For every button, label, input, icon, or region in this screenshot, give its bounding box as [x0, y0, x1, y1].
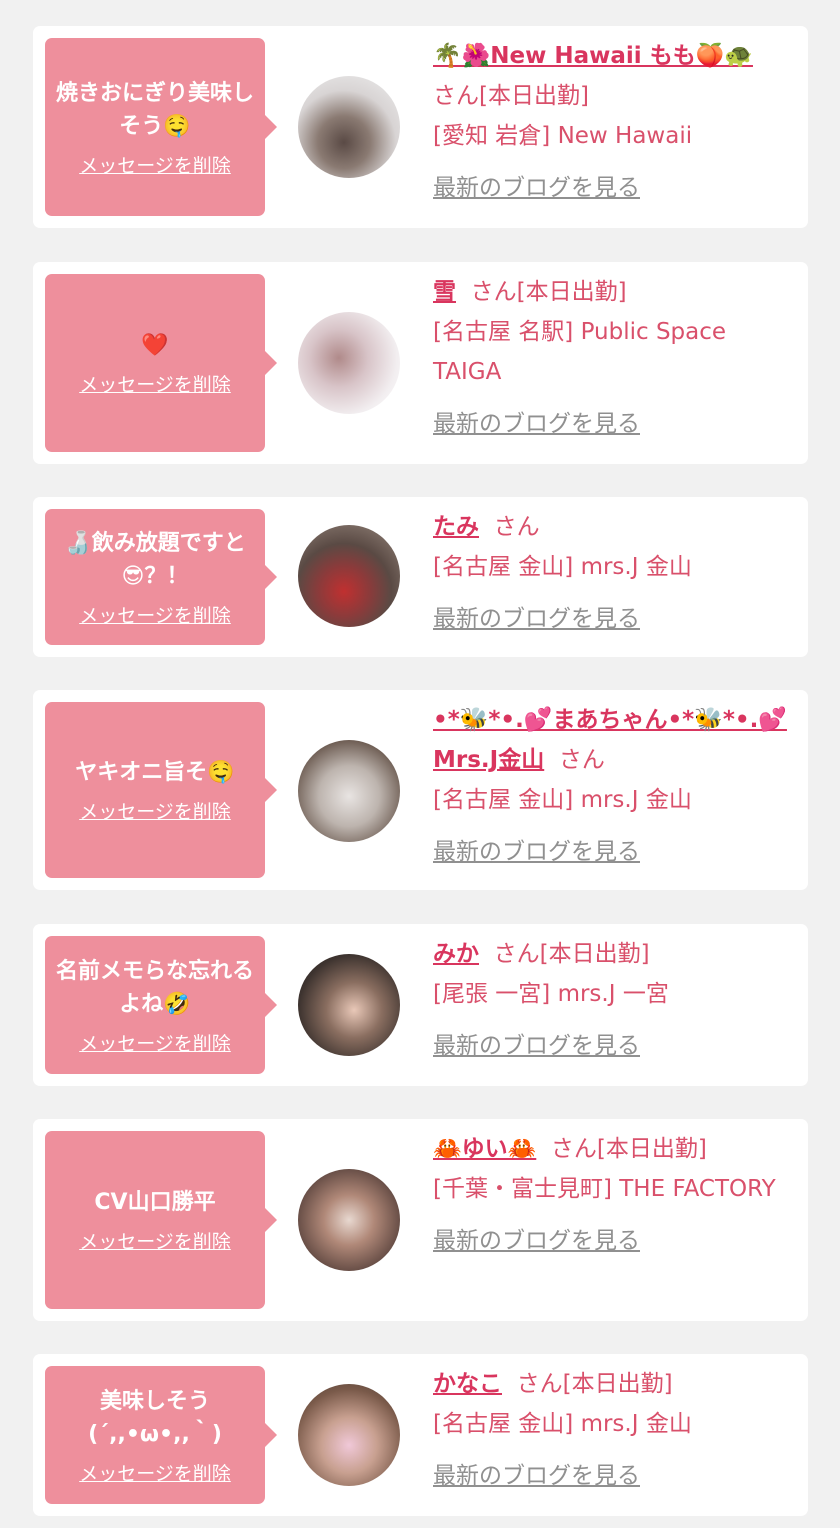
message-bubble: ❤️ メッセージを削除 [45, 274, 277, 452]
work-status: [本日出勤] [539, 941, 650, 967]
san-label: さん [493, 941, 540, 967]
profile-name-link[interactable]: かなこ [433, 1371, 502, 1397]
message-bubble: 美味しそう(´,,•ω•,,｀) メッセージを削除 [45, 1366, 277, 1504]
profile-info: たみ さん [名古屋 金山] mrs.J 金山 最新のブログを見る [433, 507, 798, 639]
avatar[interactable] [298, 1169, 400, 1271]
message-bubble: ヤキオニ旨そ🤤 メッセージを削除 [45, 702, 277, 878]
message-card: 焼きおにぎり美味しそう🤤 メッセージを削除 🌴🌺New Hawaii もも🍑🐢 … [33, 26, 808, 228]
profile-info: 🌴🌺New Hawaii もも🍑🐢 さん[本日出勤] [愛知 岩倉] New H… [433, 36, 798, 208]
message-text: 名前メモらな忘れるよね🤣 [55, 958, 254, 1017]
latest-blog-link[interactable]: 最新のブログを見る [433, 404, 640, 444]
profile-info: 雪 さん[本日出勤] [名古屋 名駅] Public Space TAIGA 最… [433, 272, 798, 444]
san-label: さん [470, 279, 517, 305]
profile-name-link[interactable]: •*🐝*•.💕まあちゃん•*🐝*•.💕Mrs.J金山 [433, 707, 787, 773]
shop-info: [名古屋 金山] mrs.J 金山 [433, 554, 692, 580]
message-bubble: 名前メモらな忘れるよね🤣 メッセージを削除 [45, 936, 277, 1074]
shop-info: [千葉・富士見町] THE FACTORY [433, 1176, 776, 1202]
avatar[interactable] [298, 740, 400, 842]
profile-name-link[interactable]: みか [433, 941, 479, 967]
profile-name-link[interactable]: たみ [433, 514, 479, 540]
message-text: CV山口勝平 [94, 1190, 216, 1215]
work-status: [本日出勤] [596, 1136, 707, 1162]
latest-blog-link[interactable]: 最新のブログを見る [433, 832, 640, 872]
message-text: ヤキオニ旨そ🤤 [75, 760, 235, 785]
avatar[interactable] [298, 954, 400, 1056]
avatar[interactable] [298, 76, 400, 178]
message-card: CV山口勝平 メッセージを削除 🦀ゆい🦀 さん[本日出勤] [千葉・富士見町] … [33, 1119, 808, 1321]
message-text: 美味しそう(´,,•ω•,,｀) [88, 1388, 222, 1447]
delete-message-link[interactable]: メッセージを削除 [79, 370, 231, 397]
latest-blog-link[interactable]: 最新のブログを見る [433, 1221, 640, 1261]
message-card: 美味しそう(´,,•ω•,,｀) メッセージを削除 かなこ さん[本日出勤] [… [33, 1354, 808, 1516]
message-bubble: 焼きおにぎり美味しそう🤤 メッセージを削除 [45, 38, 277, 216]
avatar[interactable] [298, 312, 400, 414]
avatar[interactable] [298, 525, 400, 627]
shop-info: [名古屋 金山] mrs.J 金山 [433, 1411, 692, 1437]
profile-info: かなこ さん[本日出勤] [名古屋 金山] mrs.J 金山 最新のブログを見る [433, 1364, 798, 1496]
work-status: [本日出勤] [479, 83, 589, 109]
shop-info: [愛知 岩倉] New Hawaii [433, 123, 693, 149]
latest-blog-link[interactable]: 最新のブログを見る [433, 1456, 640, 1496]
profile-info: 🦀ゆい🦀 さん[本日出勤] [千葉・富士見町] THE FACTORY 最新のブ… [433, 1129, 798, 1261]
avatar[interactable] [298, 1384, 400, 1486]
message-text: 焼きおにぎり美味しそう🤤 [55, 80, 254, 139]
profile-name-link[interactable]: 🦀ゆい🦀 [433, 1136, 536, 1162]
message-bubble: 🍶飲み放題ですと😎？！ メッセージを削除 [45, 509, 277, 645]
message-card: 🍶飲み放題ですと😎？！ メッセージを削除 たみ さん [名古屋 金山] mrs.… [33, 497, 808, 657]
san-label: さん [493, 514, 540, 540]
message-card: ❤️ メッセージを削除 雪 さん[本日出勤] [名古屋 名駅] Public S… [33, 262, 808, 464]
work-status: [本日出勤] [562, 1371, 673, 1397]
message-card: 名前メモらな忘れるよね🤣 メッセージを削除 みか さん[本日出勤] [尾張 一宮… [33, 924, 808, 1086]
message-text: 🍶飲み放題ですと😎？！ [64, 530, 246, 589]
profile-info: みか さん[本日出勤] [尾張 一宮] mrs.J 一宮 最新のブログを見る [433, 934, 798, 1066]
message-card: ヤキオニ旨そ🤤 メッセージを削除 •*🐝*•.💕まあちゃん•*🐝*•.💕Mrs.… [33, 690, 808, 890]
delete-message-link[interactable]: メッセージを削除 [79, 1459, 231, 1486]
san-label: さん [433, 83, 479, 109]
shop-info: [名古屋 金山] mrs.J 金山 [433, 787, 692, 813]
profile-name-link[interactable]: 🌴🌺New Hawaii もも🍑🐢 [433, 43, 753, 69]
profile-info: •*🐝*•.💕まあちゃん•*🐝*•.💕Mrs.J金山 さん [名古屋 金山] m… [433, 700, 798, 872]
san-label: さん [516, 1371, 563, 1397]
delete-message-link[interactable]: メッセージを削除 [79, 1029, 231, 1056]
message-text: ❤️ [141, 333, 169, 358]
latest-blog-link[interactable]: 最新のブログを見る [433, 1026, 640, 1066]
delete-message-link[interactable]: メッセージを削除 [79, 601, 231, 628]
latest-blog-link[interactable]: 最新のブログを見る [433, 168, 640, 208]
delete-message-link[interactable]: メッセージを削除 [79, 1227, 231, 1254]
shop-info: [名古屋 名駅] Public Space TAIGA [433, 319, 727, 385]
shop-info: [尾張 一宮] mrs.J 一宮 [433, 981, 669, 1007]
message-bubble: CV山口勝平 メッセージを削除 [45, 1131, 277, 1309]
san-label: さん [550, 1136, 597, 1162]
san-label: さん [558, 747, 605, 773]
profile-name-link[interactable]: 雪 [433, 279, 456, 305]
latest-blog-link[interactable]: 最新のブログを見る [433, 599, 640, 639]
delete-message-link[interactable]: メッセージを削除 [79, 151, 231, 178]
work-status: [本日出勤] [516, 279, 627, 305]
delete-message-link[interactable]: メッセージを削除 [79, 797, 231, 824]
